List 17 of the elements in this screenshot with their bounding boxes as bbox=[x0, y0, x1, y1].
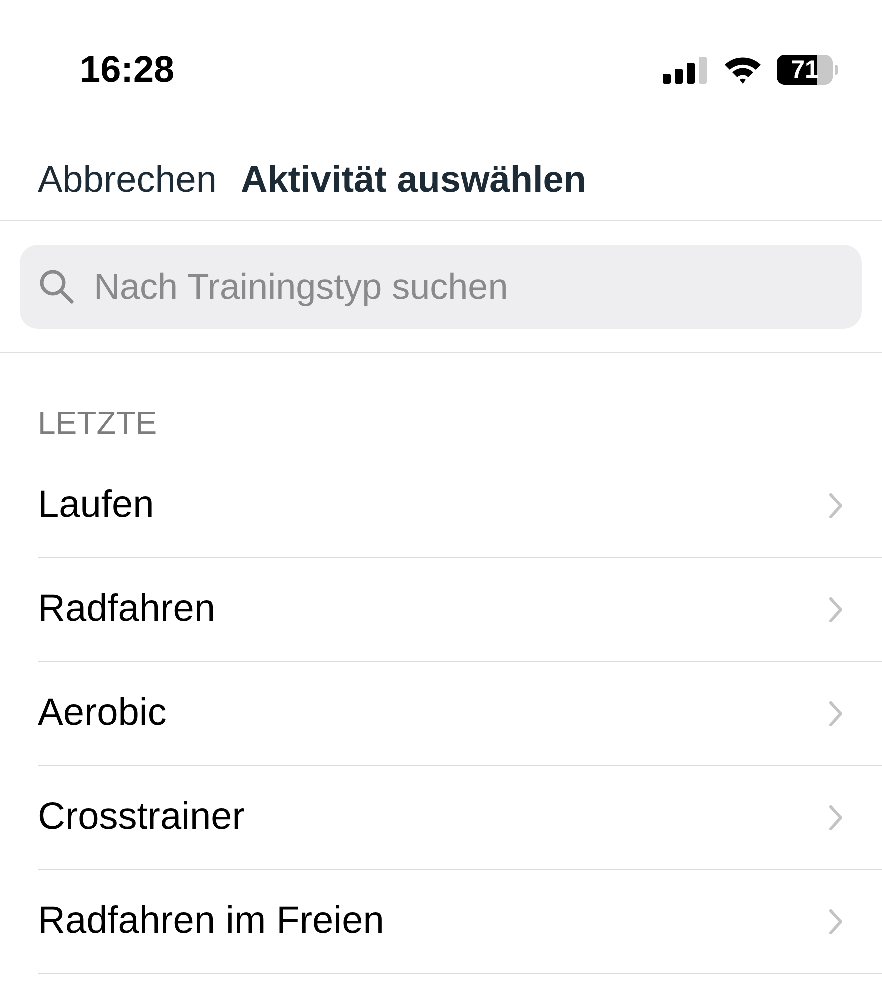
activity-item[interactable]: Radfahren im Freien bbox=[38, 870, 882, 974]
section-header: LETZTE bbox=[38, 405, 158, 442]
cancel-button[interactable]: Abbrechen bbox=[38, 159, 217, 201]
activity-item[interactable]: Aerobic bbox=[38, 662, 882, 766]
activity-item[interactable]: Radfahren bbox=[38, 558, 882, 662]
wifi-icon bbox=[723, 55, 763, 85]
activity-item[interactable]: Laufen bbox=[38, 454, 882, 558]
signal-icon bbox=[663, 56, 709, 84]
chevron-icon bbox=[828, 804, 844, 832]
search-field[interactable]: Nach Trainingstyp suchen bbox=[20, 245, 862, 329]
chevron-icon bbox=[828, 908, 844, 936]
chevron-icon bbox=[828, 492, 844, 520]
chevron-icon bbox=[828, 700, 844, 728]
activity-item[interactable]: Crosstrainer bbox=[38, 766, 882, 870]
status-time: 16:28 bbox=[80, 49, 175, 91]
chevron-icon bbox=[828, 596, 844, 624]
screen-title: Aktivität auswählen bbox=[240, 159, 586, 201]
